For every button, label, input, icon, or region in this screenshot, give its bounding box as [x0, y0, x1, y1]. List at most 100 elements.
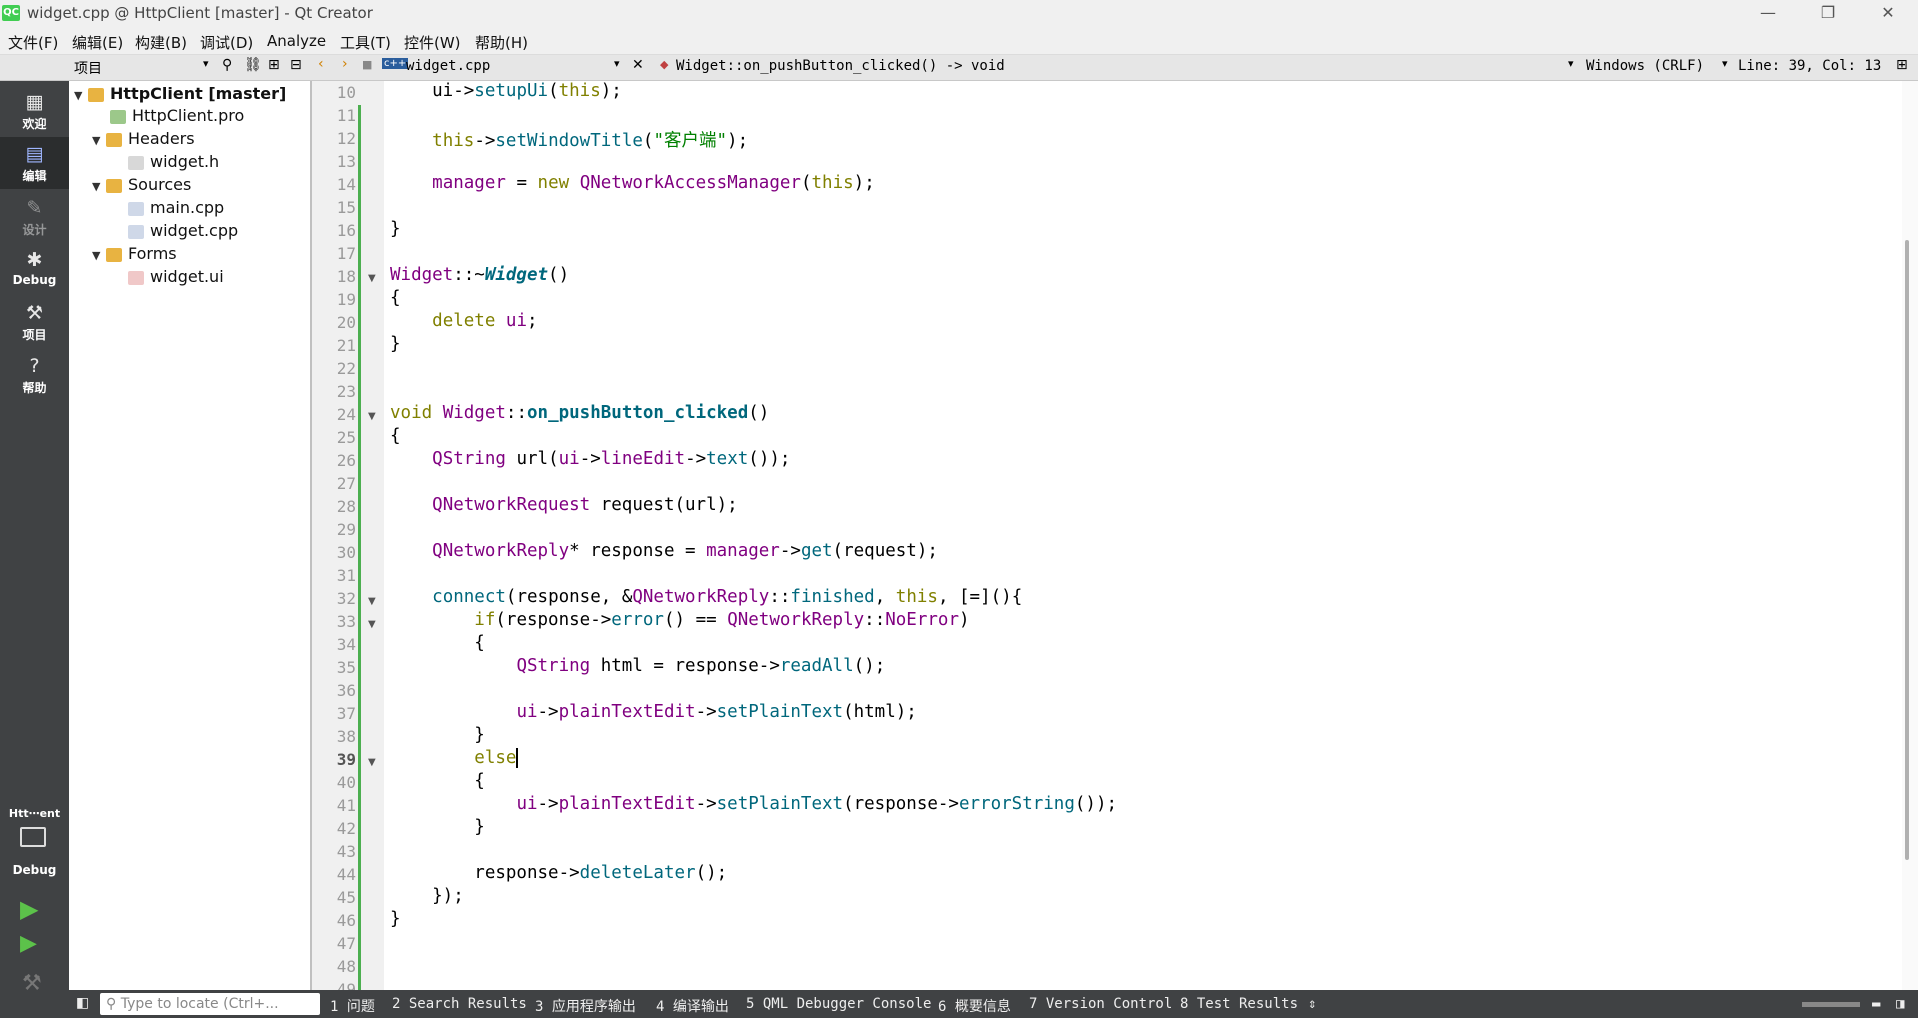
mode-projects[interactable]: ⚒ 项目 — [0, 296, 69, 348]
line-number: 14 — [336, 175, 356, 194]
chevron-down-icon[interactable]: ▾ — [1568, 57, 1574, 70]
tab-test-results[interactable]: 8 Test Results — [1180, 996, 1298, 1012]
project-tree: ▼ HttpClient [master] HttpClient.pro ▼ Hea… — [70, 81, 312, 990]
fold-column[interactable]: ▼ ▼ ▼ ▼ ▼ — [362, 81, 384, 990]
title-bar: QC widget.cpp @ HttpClient [master] - Qt… — [0, 0, 1918, 27]
collapse-icon[interactable]: ⊟ — [290, 57, 302, 73]
tab-qml-debugger[interactable]: 5 QML Debugger Console — [746, 996, 931, 1012]
fold-marker-icon[interactable]: ▼ — [368, 757, 376, 768]
tree-form-file[interactable]: widget.ui — [128, 266, 224, 288]
code-line: }); — [390, 886, 464, 906]
line-number: 13 — [336, 152, 356, 171]
cpp-file-icon — [128, 201, 144, 216]
split-editor-icon[interactable]: ⊞ — [1896, 57, 1908, 73]
mode-help[interactable]: ? 帮助 — [0, 349, 69, 401]
chevron-down-icon[interactable]: ▾ — [1722, 57, 1728, 70]
kit-build-config: Debug — [12, 863, 57, 877]
code-line: } — [390, 909, 401, 929]
tree-headers-folder[interactable]: ▼ Headers — [92, 128, 195, 150]
mode-design[interactable]: ✎ 设计 — [0, 191, 69, 243]
fold-marker-icon[interactable]: ▼ — [368, 411, 376, 422]
forward-arrow-icon[interactable]: › — [342, 56, 348, 72]
sidebar-toggle-icon[interactable]: ◧ — [76, 995, 89, 1011]
code-line: QNetworkRequest request(url); — [432, 495, 738, 515]
menu-tools[interactable]: 工具(T) — [340, 32, 391, 53]
tree-sources-folder[interactable]: ▼ Sources — [92, 174, 191, 196]
code-line: void Widget::on_pushButton_clicked() — [390, 403, 770, 423]
code-line: Widget::~Widget() — [390, 265, 570, 285]
split-icon[interactable]: ⊞ — [268, 57, 280, 73]
chevron-down-icon[interactable]: ▼ — [92, 130, 106, 152]
menu-help[interactable]: 帮助(H) — [475, 32, 528, 53]
line-number: 27 — [336, 474, 356, 493]
minimize-button[interactable]: — — [1738, 0, 1798, 27]
chevron-down-icon[interactable]: ▼ — [74, 85, 88, 107]
chevron-down-icon[interactable]: ▾ — [203, 57, 209, 70]
tree-pro-file[interactable]: HttpClient.pro — [110, 105, 244, 127]
code-line: } — [390, 725, 485, 745]
line-number: 22 — [336, 359, 356, 378]
tab-issues[interactable]: 1 问题 — [330, 996, 375, 1016]
editor-toolbar: 项目 ▾ ⚲ ⛓ ⊞ ⊟ ‹ › ■ c++ widget.cpp ▾ ✕ ◆ … — [0, 55, 1918, 81]
monitor-icon[interactable] — [20, 827, 46, 847]
code-line: { — [390, 633, 485, 653]
tab-application-output[interactable]: 3 应用程序输出 — [535, 996, 636, 1016]
close-icon[interactable]: ✕ — [632, 57, 644, 73]
tab-compile-output[interactable]: 4 编译输出 — [656, 996, 729, 1016]
tab-version-control[interactable]: 7 Version Control — [1029, 996, 1172, 1012]
line-number-gutter[interactable]: 10 11 12 13 14 15 16 17 18 19 20 21 22 23 24 25 26 27 28 29… — [312, 81, 362, 999]
line-number: 10 — [336, 83, 356, 102]
filter-icon[interactable]: ⚲ — [222, 57, 232, 73]
cpp-file-icon: c++ — [382, 58, 409, 69]
toggle-pane-icon[interactable]: ◨ — [1896, 996, 1904, 1012]
tab-general-messages[interactable]: 6 概要信息 — [938, 996, 1011, 1016]
menu-edit[interactable]: 编辑(E) — [72, 32, 123, 53]
line-ending-selector[interactable]: Windows (CRLF) — [1586, 58, 1704, 74]
close-button[interactable]: ✕ — [1858, 0, 1918, 27]
code-line: { — [390, 771, 485, 791]
mode-edit[interactable]: ▤ 编辑 — [0, 137, 69, 189]
run-icon[interactable]: ▶ — [20, 895, 38, 923]
link-icon[interactable]: ⛓ — [244, 57, 262, 73]
menu-analyze[interactable]: Analyze — [267, 32, 326, 50]
restore-button[interactable]: ❐ — [1798, 0, 1858, 27]
lock-icon: ■ — [362, 58, 373, 71]
mode-welcome[interactable]: ▦ 欢迎 — [0, 85, 69, 137]
code-line: this->setWindowTitle("客户端"); — [432, 131, 749, 151]
fold-marker-icon[interactable]: ▼ — [368, 596, 376, 607]
tab-search-results[interactable]: 2 Search Results — [392, 996, 527, 1012]
fold-marker-icon[interactable]: ▼ — [368, 273, 376, 284]
tree-project-root[interactable]: ▼ HttpClient [master] — [74, 83, 286, 105]
tree-source-file[interactable]: main.cpp — [128, 197, 224, 219]
mode-debug[interactable]: ✱ Debug — [0, 243, 69, 295]
chevron-down-icon[interactable]: ▾ — [614, 57, 620, 70]
code-line: QString html = response->readAll(); — [516, 656, 886, 676]
function-selector[interactable]: Widget::on_pushButton_clicked() -> void — [676, 58, 1005, 74]
menu-build[interactable]: 构建(B) — [135, 32, 187, 53]
locator-input[interactable]: ⚲ Type to locate (Ctrl+... — [100, 993, 320, 1015]
tree-forms-folder[interactable]: ▼ Forms — [92, 243, 177, 265]
scrollbar-thumb[interactable] — [1905, 240, 1909, 860]
project-selector[interactable]: 项目 — [74, 58, 102, 78]
code-line: ui->setupUi(this); — [390, 81, 622, 101]
debug-run-icon[interactable]: ▶ — [20, 931, 37, 956]
chevron-updown-icon[interactable]: ⇕ — [1308, 996, 1316, 1012]
line-number: 40 — [336, 773, 356, 792]
code-line: { — [390, 288, 401, 308]
menu-debug[interactable]: 调试(D) — [200, 32, 253, 53]
menu-widgets[interactable]: 控件(W) — [404, 32, 461, 53]
code-editor[interactable]: ui->setupUi(this); this->setWindowTitle(… — [384, 81, 1894, 990]
cursor-position[interactable]: Line: 39, Col: 13 — [1738, 58, 1881, 74]
fold-marker-icon[interactable]: ▼ — [368, 619, 376, 630]
back-arrow-icon[interactable]: ‹ — [318, 56, 324, 72]
chevron-down-icon[interactable]: ▼ — [92, 176, 106, 198]
tree-source-file[interactable]: widget.cpp — [128, 220, 238, 242]
open-file-tab[interactable]: widget.cpp — [406, 58, 490, 74]
chevron-down-icon[interactable]: ▼ — [92, 245, 106, 267]
menu-file[interactable]: 文件(F) — [8, 32, 58, 53]
minimize-pane-icon[interactable]: ▬ — [1872, 996, 1880, 1012]
line-number: 35 — [336, 658, 356, 677]
code-line: response->deleteLater(); — [390, 863, 728, 883]
code-line: QString url(ui->lineEdit->text()); — [432, 449, 791, 469]
tree-header-file[interactable]: widget.h — [128, 151, 219, 173]
